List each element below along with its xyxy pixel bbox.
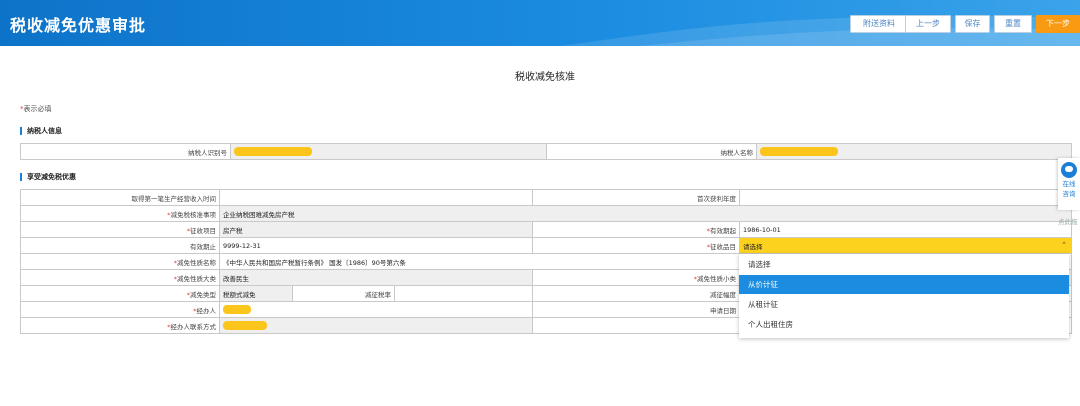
relief-type-label: *减免类型: [20, 285, 220, 302]
first-income-time-label: 取得第一笔生产经营收入时间: [20, 189, 220, 206]
app-header: 税收减免优惠审批 附送资料 上一步 保存 重置 下一步: [0, 0, 1080, 46]
save-button[interactable]: 保存: [955, 15, 990, 33]
first-profit-year-label: 首次获利年度: [532, 189, 741, 206]
levy-subitem-select[interactable]: 请选择 ⌃: [739, 237, 1073, 254]
levy-item-label: *征收项目: [20, 221, 220, 238]
drag-hint: 点此拖: [1058, 218, 1078, 226]
first-profit-year-input[interactable]: [739, 189, 1073, 206]
chevron-up-icon: ⌃: [1061, 241, 1068, 249]
first-income-time-input[interactable]: [218, 189, 534, 206]
next-step-button[interactable]: 下一步: [1036, 15, 1080, 33]
taxpayer-id-label: 纳税人识别号: [20, 143, 231, 160]
redacted-mark: [234, 147, 312, 156]
levy-subitem-selected: 请选择: [743, 242, 763, 251]
levy-rate-input[interactable]: [393, 285, 534, 302]
dropdown-option-personal-rental[interactable]: 个人出租住房: [739, 315, 1069, 334]
redacted-mark: [223, 305, 251, 314]
levy-item-value: 房产税: [218, 221, 534, 238]
dropdown-option-please-select[interactable]: 请选择: [739, 255, 1069, 274]
redacted-mark: [223, 321, 267, 330]
contact-label: *经办人联系方式: [20, 317, 220, 334]
contact-input[interactable]: [218, 317, 534, 334]
relief-type-value: 税额式减免: [219, 285, 293, 302]
levy-rate-label: 减征税率: [292, 285, 395, 302]
nature-minor-label: *减免性质小类: [532, 269, 741, 286]
levy-subitem-dropdown: 请选择 从价计征 从租计征 个人出租住房: [739, 254, 1069, 338]
relief-item-value: 企业纳税困难减免房产税: [218, 205, 1073, 222]
online-consult-widget[interactable]: 在线 咨询: [1058, 158, 1080, 210]
valid-to-label: 有效期止: [20, 237, 220, 254]
chat-bubble-icon: [1061, 162, 1077, 178]
taxpayer-table: 纳税人识别号 纳税人名称: [20, 143, 1072, 160]
dropdown-option-by-rent[interactable]: 从租计征: [739, 295, 1069, 314]
apply-date-label: 申请日期: [532, 301, 741, 318]
redacted-mark: [760, 147, 838, 156]
online-consult-line2: 咨询: [1062, 190, 1076, 198]
relief-section-title: 享受减免税优惠: [20, 173, 76, 181]
attach-docs-button[interactable]: 附送资料: [850, 15, 908, 33]
relief-item-label: *减免税核准事项: [20, 205, 220, 222]
taxpayer-name-field: [756, 143, 1072, 160]
nature-major-value: 改善民生: [218, 269, 534, 286]
nature-name-label: *减免性质名称: [20, 253, 220, 270]
valid-from-input[interactable]: 1986-10-01: [739, 221, 1073, 238]
taxpayer-id-field: [230, 143, 547, 160]
app-title: 税收减免优惠审批: [10, 16, 147, 35]
reset-button[interactable]: 重置: [994, 15, 1032, 33]
valid-to-input[interactable]: 9999-12-31: [218, 237, 534, 254]
page-title: 税收减免核准: [515, 72, 575, 83]
taxpayer-name-label: 纳税人名称: [546, 143, 757, 160]
levy-range-label: 减征幅度: [532, 285, 741, 302]
online-consult-line1: 在线: [1062, 180, 1076, 188]
handler-input[interactable]: [218, 301, 534, 318]
handler-label: *经办人: [20, 301, 220, 318]
levy-subitem-label: *征收品目: [532, 237, 741, 254]
taxpayer-section-title: 纳税人信息: [20, 127, 62, 135]
nature-major-label: *减免性质大类: [20, 269, 220, 286]
valid-from-label: *有效期起: [532, 221, 741, 238]
required-note: *表示必填: [20, 105, 52, 113]
dropdown-option-by-value[interactable]: 从价计征: [739, 275, 1069, 294]
prev-step-button[interactable]: 上一步: [905, 15, 951, 33]
